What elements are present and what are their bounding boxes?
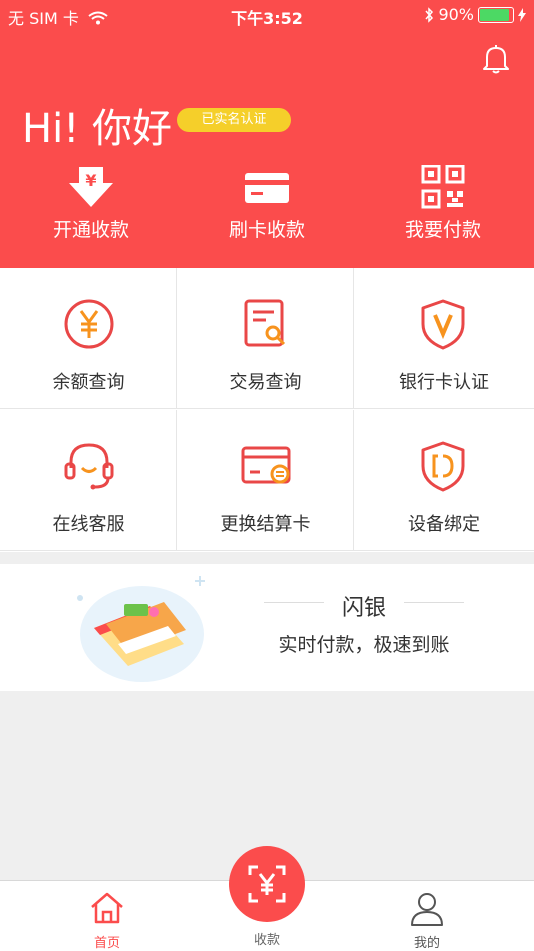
- service-bank-card-verify[interactable]: 银行卡认证: [354, 268, 534, 409]
- collect-scan-button[interactable]: [229, 846, 305, 922]
- shield-v-icon: [421, 299, 465, 350]
- status-bar: 无 SIM 卡 下午3:52 90%: [0, 0, 534, 30]
- tab-home[interactable]: 首页: [47, 881, 167, 951]
- battery-icon: [478, 6, 514, 23]
- battery-percent: 90%: [438, 5, 474, 24]
- verified-badge: 已实名认证: [177, 108, 291, 132]
- tab-mine[interactable]: 我的: [367, 881, 487, 951]
- service-transaction-query[interactable]: 交易查询: [177, 268, 354, 409]
- document-search-icon: [244, 299, 286, 347]
- card-swap-icon: [241, 446, 291, 484]
- bell-icon[interactable]: [482, 44, 510, 74]
- scan-yen-icon: [248, 865, 286, 903]
- headset-icon: [64, 443, 114, 490]
- home-icon: [91, 892, 123, 924]
- services-grid: 余额查询 交易查询 银行卡认证 在线客服 更换结算卡 设备绑定: [0, 268, 534, 552]
- banner-title: 闪银: [341, 596, 386, 621]
- greeting: Hi! 你好: [22, 106, 172, 152]
- svg-text:¥: ¥: [85, 171, 96, 190]
- qr-code-icon: [421, 165, 465, 209]
- card-icon: [245, 173, 289, 203]
- promo-banner[interactable]: 闪银 实时付款，极速到账: [0, 564, 534, 691]
- yen-circle-icon: [64, 299, 114, 349]
- yen-download-icon: ¥: [69, 167, 113, 207]
- service-change-settlement-card[interactable]: 更换结算卡: [177, 410, 354, 551]
- user-icon: [411, 893, 443, 926]
- charging-icon: [518, 7, 526, 22]
- shield-d-icon: [421, 441, 465, 492]
- bluetooth-icon: [425, 6, 434, 23]
- service-balance-query[interactable]: 余额查询: [0, 268, 177, 409]
- service-online-support[interactable]: 在线客服: [0, 410, 177, 551]
- card-illustration: [77, 576, 205, 682]
- banner-subtitle: 实时付款，极速到账: [278, 634, 450, 656]
- service-device-binding[interactable]: 设备绑定: [354, 410, 534, 551]
- header: 无 SIM 卡 下午3:52 90% Hi! 你好 已实名认证 ¥ 开通收款 刷…: [0, 0, 534, 268]
